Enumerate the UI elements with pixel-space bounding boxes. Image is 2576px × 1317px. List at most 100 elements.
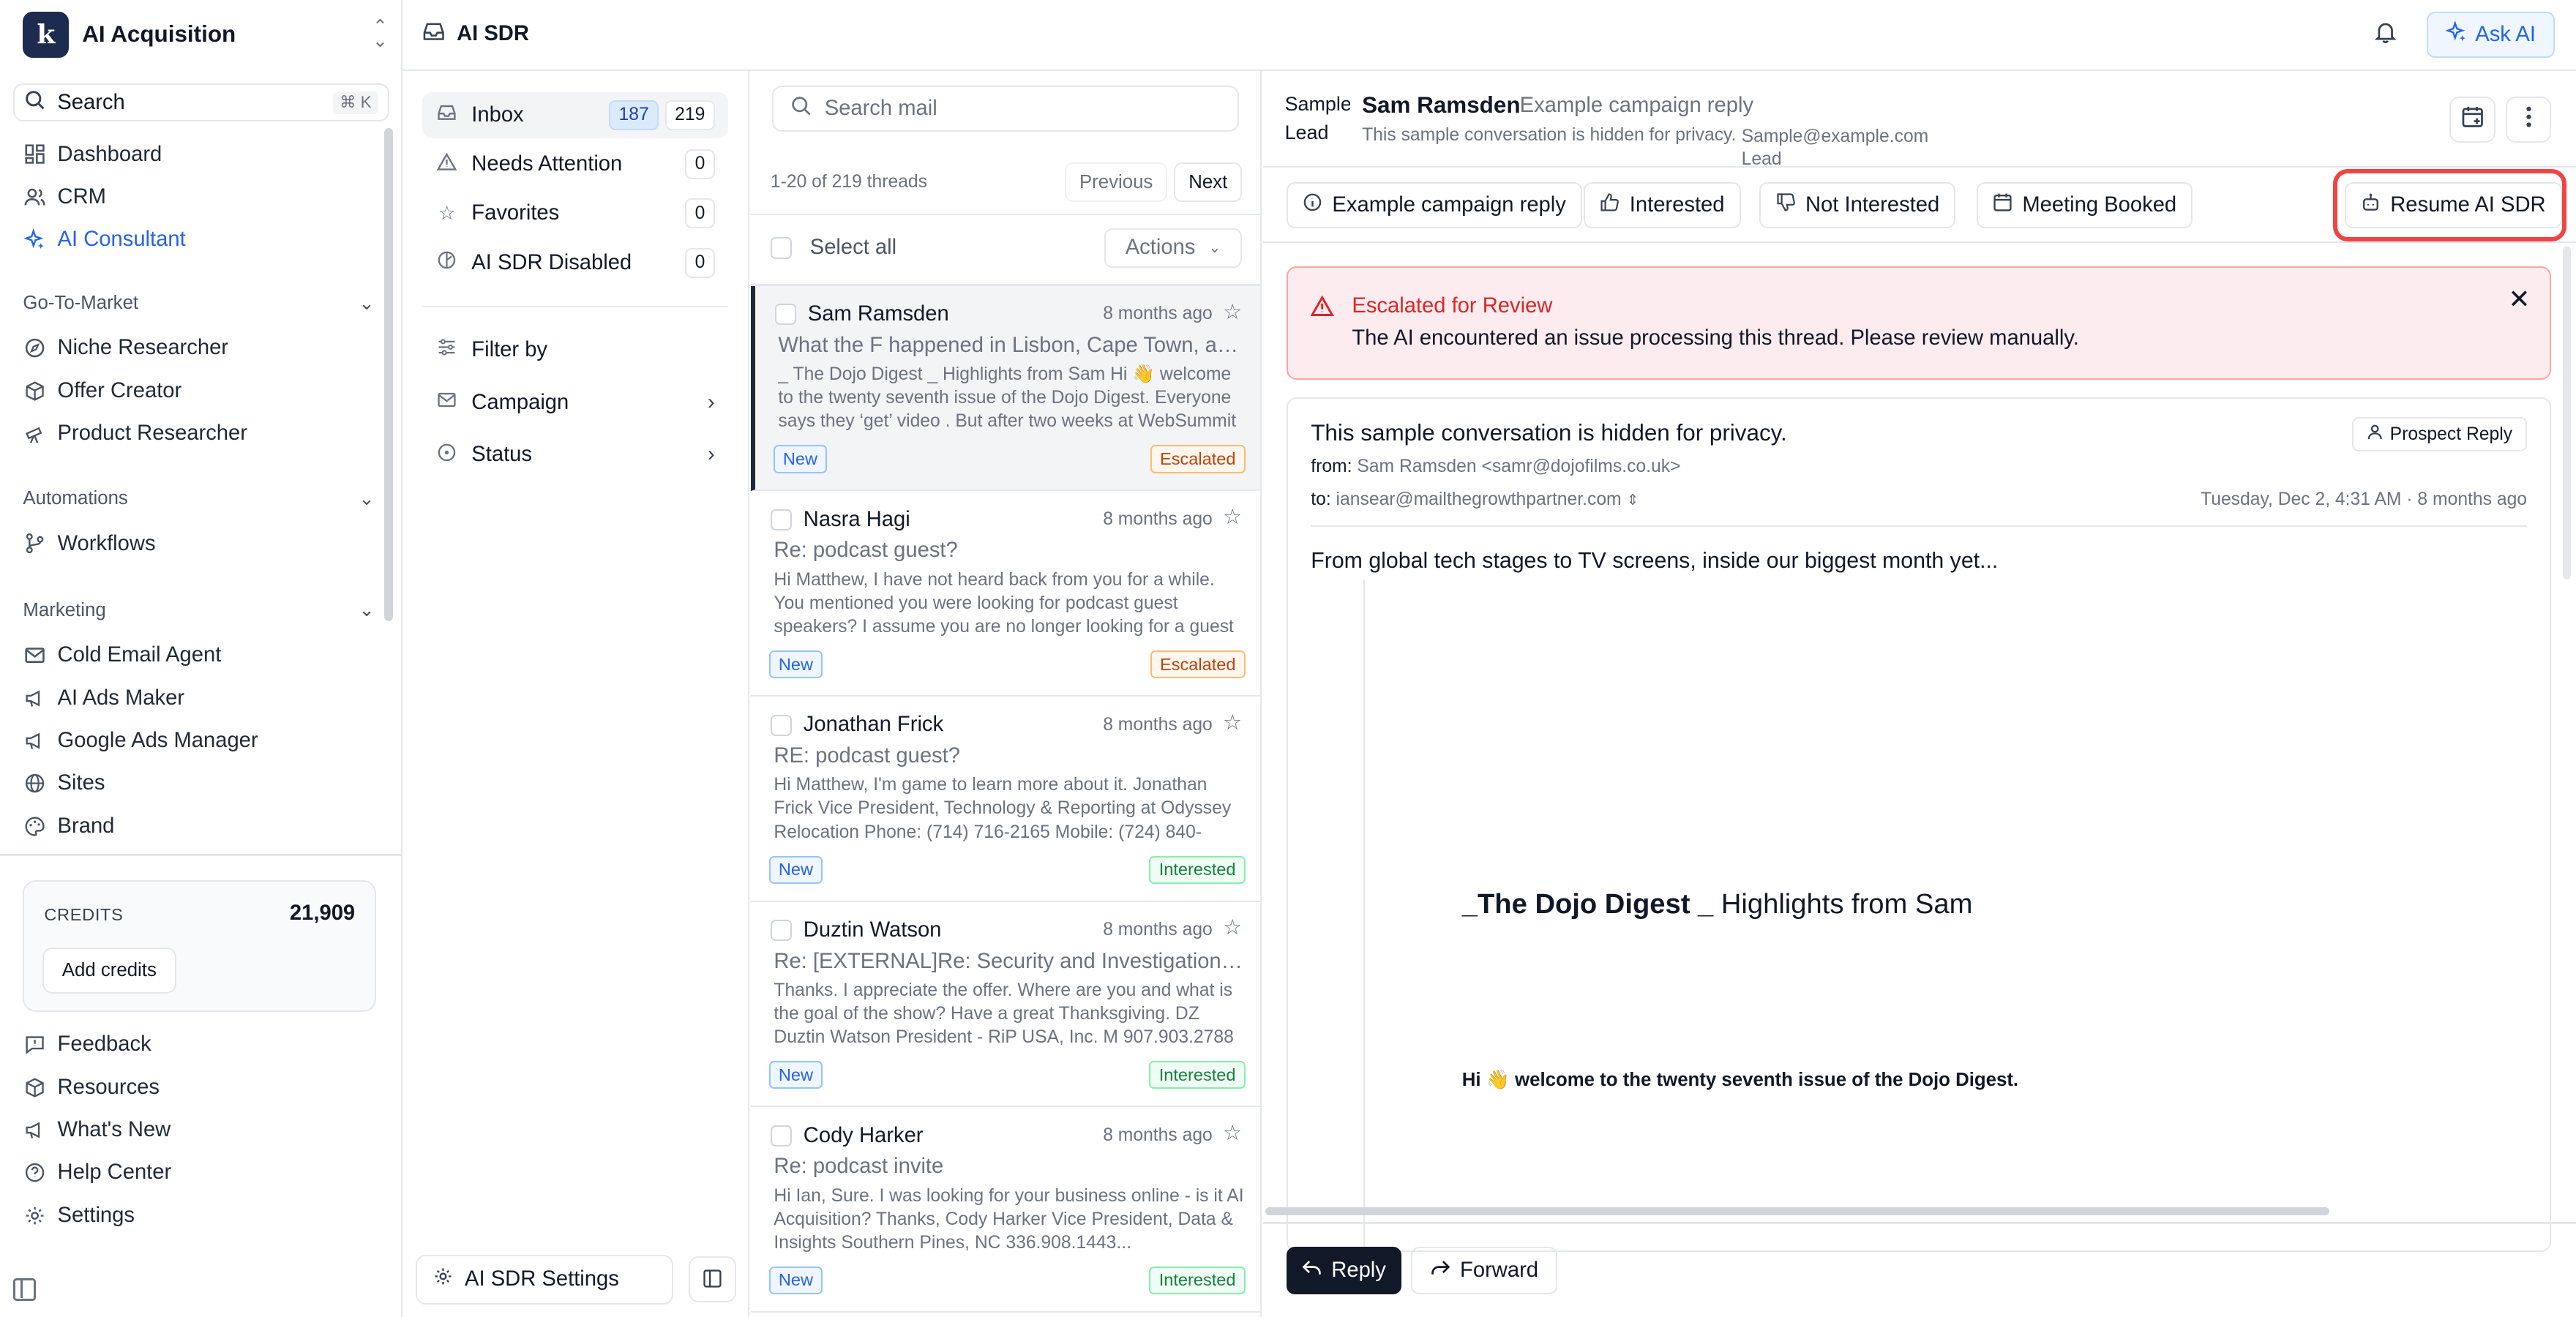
- thread-row[interactable]: Cody Harker 8 months ago ☆ Re: podcast i…: [750, 1107, 1261, 1313]
- sidebar-item-product-researcher[interactable]: Product Researcher: [23, 416, 247, 451]
- workspace-switcher[interactable]: k AI Acquisition ⌃ ⌄: [23, 10, 388, 59]
- sidebar-item-sites[interactable]: Sites: [23, 765, 105, 801]
- calendar-icon: [2461, 105, 2484, 135]
- star-icon[interactable]: ☆: [1223, 504, 1242, 530]
- ai-sdr-settings-button[interactable]: AI SDR Settings: [415, 1255, 674, 1305]
- new-badge: New: [768, 1266, 823, 1295]
- prospect-reply-badge: Prospect Reply: [2352, 416, 2528, 452]
- sidebar-item-resources[interactable]: Resources: [23, 1069, 160, 1105]
- not-interested-button[interactable]: Not Interested: [1759, 182, 1956, 229]
- reply-button[interactable]: Reply: [1286, 1246, 1401, 1295]
- message-date: Tuesday, Dec 2, 4:31 AM · 8 months ago: [2201, 489, 2528, 509]
- thread-preview: Hi Ian, Sure. I was looking for your bus…: [774, 1185, 1244, 1253]
- filter-label: AI SDR Disabled: [471, 250, 632, 274]
- sidebar-item-crm[interactable]: CRM: [23, 179, 106, 215]
- ask-ai-button[interactable]: Ask AI: [2426, 11, 2555, 58]
- sidebar-item-google-ads-manager[interactable]: Google Ads Manager: [23, 723, 258, 759]
- star-icon[interactable]: ☆: [1223, 710, 1242, 735]
- sidebar-item-niche-researcher[interactable]: Niche Researcher: [23, 330, 228, 366]
- count-badge: 0: [685, 149, 715, 179]
- inbox-filters-panel: Inbox 187 219 Needs Attention 0 ☆ Favori…: [402, 70, 749, 1317]
- thread-row[interactable]: Sam Ramsden 8 months ago ☆ What the F ha…: [750, 285, 1261, 492]
- thread-sender: Nasra Hagi: [803, 507, 910, 531]
- filter-ai-sdr-disabled[interactable]: AI SDR Disabled 0: [422, 240, 728, 286]
- section-marketing[interactable]: Marketing ⌄: [23, 599, 374, 621]
- contact-email: Sample@example.com Lead: [1741, 126, 1929, 170]
- thread-checkbox[interactable]: [770, 920, 793, 942]
- sidebar-item-dashboard[interactable]: Dashboard: [23, 136, 162, 172]
- star-icon[interactable]: ☆: [1223, 1120, 1242, 1146]
- next-page-button[interactable]: Next: [1174, 162, 1243, 203]
- page-title-text: AI SDR: [457, 22, 529, 46]
- sidebar-item-settings[interactable]: Settings: [23, 1198, 135, 1234]
- thread-row[interactable]: Nasra Hagi 8 months ago ☆ Re: podcast gu…: [750, 491, 1261, 697]
- panel-left-icon: [703, 1264, 722, 1295]
- sidebar-item-feedback[interactable]: Feedback: [23, 1027, 151, 1062]
- sidebar-item-label: Product Researcher: [57, 421, 247, 446]
- actions-dropdown[interactable]: Actions ⌄: [1104, 228, 1243, 268]
- detail-vertical-scrollbar[interactable]: [2563, 246, 2572, 580]
- notifications-bell-icon[interactable]: [2374, 20, 2397, 51]
- message-to[interactable]: to: iansear@mailthegrowthpartner.com ⇕: [1311, 489, 1639, 510]
- interested-button[interactable]: Interested: [1584, 182, 1741, 229]
- toggle-panel-button[interactable]: [688, 1256, 736, 1303]
- thread-checkbox[interactable]: [774, 304, 797, 326]
- thread-row[interactable]: Jonathan Frick 8 months ago ☆ RE: podcas…: [750, 697, 1261, 902]
- section-go-to-market[interactable]: Go-To-Market ⌄: [23, 293, 374, 315]
- previous-page-button[interactable]: Previous: [1065, 162, 1168, 203]
- sidebar-search[interactable]: Search ⌘ K: [12, 83, 390, 122]
- mail-search-input[interactable]: Search mail: [772, 85, 1239, 132]
- workspace-logo: k: [23, 11, 70, 58]
- sidebar-scrollbar[interactable]: [384, 128, 393, 621]
- interested-label: Interested: [1629, 193, 1725, 217]
- filter-status[interactable]: Status ›: [422, 432, 728, 478]
- thread-checkbox[interactable]: [770, 714, 793, 736]
- star-icon[interactable]: ☆: [1223, 915, 1242, 940]
- to-label: to:: [1311, 489, 1331, 509]
- add-credits-button[interactable]: Add credits: [42, 948, 176, 994]
- close-icon[interactable]: ✕: [2508, 284, 2530, 315]
- star-icon[interactable]: ☆: [1223, 299, 1242, 325]
- thread-sender: Cody Harker: [803, 1123, 924, 1147]
- sidebar-item-ai-consultant[interactable]: AI Consultant: [23, 222, 186, 258]
- warning-triangle-icon: [435, 152, 458, 177]
- sidebar-item-workflows[interactable]: Workflows: [23, 525, 156, 561]
- chevron-down-icon: ⌄: [359, 293, 375, 314]
- campaign-button[interactable]: Example campaign reply: [1286, 182, 1583, 229]
- help-icon: [23, 1161, 45, 1184]
- section-label: Marketing: [23, 599, 106, 620]
- thread-time: 8 months ago: [1103, 714, 1213, 735]
- sidebar-item-offer-creator[interactable]: Offer Creator: [23, 373, 181, 409]
- more-options-button[interactable]: [2505, 97, 2552, 143]
- sidebar-item-help-center[interactable]: Help Center: [23, 1155, 171, 1190]
- schedule-button[interactable]: [2449, 97, 2496, 143]
- detail-horizontal-scrollbar[interactable]: [1265, 1207, 2330, 1216]
- forward-icon: [1431, 1258, 1450, 1283]
- filter-favorites[interactable]: ☆ Favorites 0: [422, 190, 728, 236]
- select-all-checkbox[interactable]: [770, 237, 793, 259]
- sidebar-item-label: Google Ads Manager: [57, 728, 258, 752]
- section-automations[interactable]: Automations ⌄: [23, 488, 374, 510]
- top-bar: AI SDR Ask AI: [402, 0, 2576, 71]
- sidebar-item-ai-ads-maker[interactable]: AI Ads Maker: [23, 680, 184, 716]
- filter-inbox[interactable]: Inbox 187 219: [422, 91, 728, 138]
- section-label: Go-To-Market: [23, 293, 139, 314]
- sidebar-item-whats-new[interactable]: What's New: [23, 1112, 171, 1148]
- box-icon: [23, 380, 45, 402]
- filter-needs-attention[interactable]: Needs Attention 0: [422, 141, 728, 187]
- thread-checkbox[interactable]: [770, 1125, 793, 1147]
- sidebar-item-brand[interactable]: Brand: [23, 808, 114, 844]
- meeting-booked-button[interactable]: Meeting Booked: [1976, 182, 2193, 229]
- thread-checkbox[interactable]: [770, 509, 793, 531]
- collapse-sidebar-icon[interactable]: [12, 1277, 37, 1302]
- forward-button[interactable]: Forward: [1411, 1246, 1558, 1295]
- filter-label: Campaign: [471, 390, 569, 414]
- resume-ai-sdr-button[interactable]: Resume AI SDR: [2344, 182, 2562, 229]
- sidebar-item-cold-email-agent[interactable]: Cold Email Agent: [23, 637, 221, 673]
- thread-range: 1-20 of 219 threads: [770, 172, 928, 192]
- sidebar-item-label: Settings: [57, 1203, 135, 1227]
- thread-row[interactable]: Duztin Watson 8 months ago ☆ Re: [EXTERN…: [750, 902, 1261, 1108]
- filter-campaign[interactable]: Campaign ›: [422, 380, 728, 426]
- thread-preview: Hi Matthew, I have not heard back from y…: [774, 569, 1234, 637]
- globe-icon: [23, 772, 45, 795]
